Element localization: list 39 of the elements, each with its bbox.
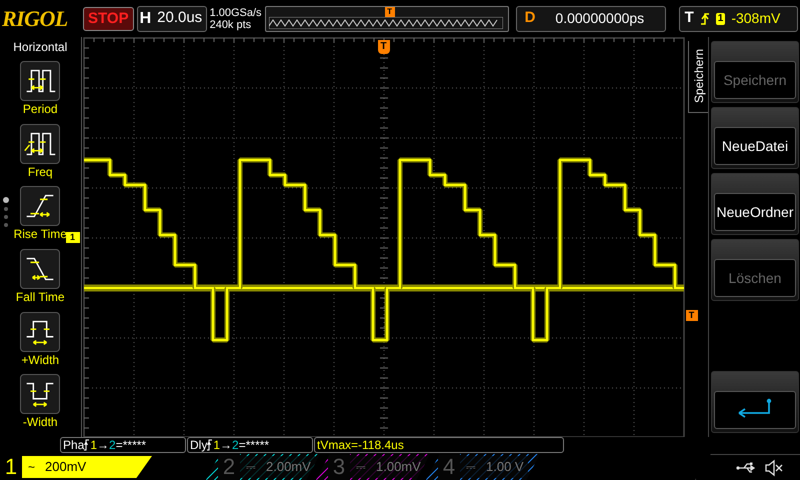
menu-tab[interactable]: Speichern	[688, 41, 708, 113]
delay-panel[interactable]: D 0.00000000ps	[516, 6, 666, 32]
measure-menu-item[interactable]: Period	[0, 61, 80, 124]
rising-edge-icon	[84, 439, 90, 451]
softkey-button[interactable]: NeueDatei	[711, 107, 799, 169]
measurement-readout: tVmax=-118.4us	[314, 437, 564, 453]
trigger-label: T	[684, 8, 694, 28]
trigger-source-badge: 1	[716, 12, 726, 24]
measure-menu-item[interactable]: Fall Time	[0, 249, 80, 312]
measure-menu-item[interactable]: +Width	[0, 312, 80, 374]
run-stop-button[interactable]: STOP	[83, 6, 134, 30]
measure-menu-item[interactable]: Freq	[0, 124, 80, 186]
horizontal-label: H	[140, 8, 152, 28]
rising-edge-icon	[700, 12, 710, 26]
usb-icon	[736, 462, 758, 474]
menu-title: Horizontal	[13, 39, 68, 56]
sample-rate: 1.00GSa/s	[210, 6, 262, 18]
measure-menu-item[interactable]: -Width	[0, 374, 80, 438]
trigger-level-marker: T	[686, 310, 698, 321]
trigger-level-value: -308mV	[731, 9, 780, 28]
delay-label: D	[524, 8, 536, 28]
rising-edge-icon	[207, 439, 214, 451]
measurement-readout: Pha 1→2=*****	[60, 437, 186, 453]
channel-offset-marker: 1	[66, 232, 80, 243]
rigol-logo: RIGOL	[2, 5, 69, 33]
memory-depth: 240k pts	[210, 18, 252, 30]
channel-button[interactable]: 2 ⎓ 2.00mV	[206, 454, 320, 480]
trigger-position-marker: T	[378, 40, 390, 54]
timebase-value: 20.0us	[157, 8, 202, 28]
delay-value: 0.00000000ps	[555, 9, 644, 28]
timebase-panel[interactable]: H 20.0us	[136, 6, 207, 32]
channel-button[interactable]: 3 ⎓ 1.00mV	[316, 454, 430, 480]
trigger-position-marker: T	[384, 6, 395, 16]
measurement-readout: Dly 1→2=*****	[187, 437, 313, 453]
speaker-muted-icon	[764, 458, 784, 476]
softkey-button[interactable]: NeueOrdner	[711, 173, 799, 235]
trigger-panel[interactable]: T 1 -308mV	[678, 6, 798, 32]
channel-button[interactable]: 4 ⎓ 1.00 V	[426, 454, 540, 480]
back-button[interactable]	[711, 371, 799, 433]
